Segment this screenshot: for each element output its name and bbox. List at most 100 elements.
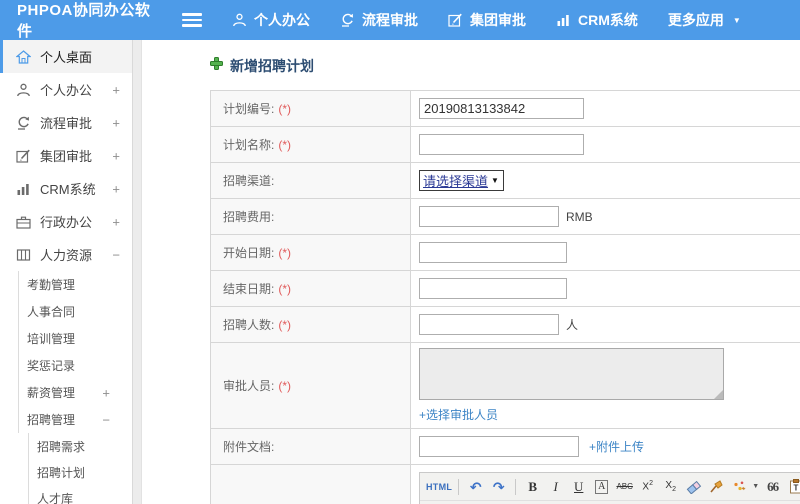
field-label-plan-name: 计划名称: (*) (210, 126, 411, 163)
field-label-fee: 招聘费用: (210, 198, 411, 235)
form-row-plan-name: 计划名称: (*) (210, 126, 800, 163)
nav-item-label: 集团审批 (470, 12, 526, 28)
sidebar-item-人力资源[interactable]: 人力资源 − (0, 238, 132, 271)
font-box-icon[interactable]: A (591, 476, 612, 497)
nav-item-1[interactable]: 个人办公 (232, 10, 310, 30)
sidebar-item-人事合同[interactable]: 人事合同 (0, 298, 132, 325)
required-marker: (*) (278, 246, 292, 260)
collapse-minus-icon[interactable]: − (102, 412, 110, 427)
chevron-down-icon: ▼ (491, 176, 499, 185)
sidebar-item-CRM系统[interactable]: CRM系统 + (0, 172, 132, 205)
chevron-down-icon: ▼ (732, 15, 741, 25)
form-row-channel: 招聘渠道: 请选择渠道 ▼ (210, 162, 800, 199)
approvers-textarea[interactable] (419, 348, 724, 400)
expand-plus-icon[interactable]: + (112, 82, 120, 97)
channel-select[interactable]: 请选择渠道 ▼ (419, 170, 504, 191)
field-value-end-date (410, 270, 800, 307)
toolbar-separator (458, 478, 460, 495)
sidebar-item-奖惩记录[interactable]: 奖惩记录 (0, 352, 132, 379)
required-marker: (*) (278, 102, 292, 116)
start-date-input[interactable] (419, 242, 567, 263)
format-brush-icon[interactable] (706, 476, 727, 497)
field-label-attachment: 附件文档: (210, 428, 411, 465)
strikethrough-icon[interactable]: ABC (614, 476, 635, 497)
form-row-headcount: 招聘人数: (*) 人 (210, 306, 800, 343)
sidebar-item-label: 个人办公 (40, 83, 93, 98)
sidebar-item-label: 流程审批 (40, 116, 93, 131)
redo-icon[interactable]: ↷ (488, 476, 509, 497)
sidebar-item-招聘需求[interactable]: 招聘需求 (0, 433, 132, 459)
sidebar-item-label: 招聘管理 (27, 413, 76, 427)
approvers-picker-link[interactable]: +选择审批人员 (419, 406, 498, 423)
blockquote-icon[interactable]: 66 (762, 476, 783, 497)
sidebar-item-招聘管理[interactable]: 招聘管理 − (0, 406, 132, 433)
paste-text-icon[interactable]: T (785, 476, 800, 497)
superscript-icon[interactable]: X2 (637, 476, 658, 497)
sidebar-item-招聘计划[interactable]: 招聘计划 (0, 459, 132, 485)
sidebar-item-个人办公[interactable]: 个人办公 + (0, 73, 132, 106)
app-header: PHPOA协同办公软件 个人办公 流程审批 集团审批 CRM系统 更多应用 ▼ (0, 0, 800, 40)
sidebar-item-个人桌面[interactable]: 个人桌面 (0, 40, 132, 73)
nav-item-4[interactable]: CRM系统 (556, 10, 638, 30)
sidebar-item-label: 人事合同 (27, 305, 76, 319)
field-suffix: RMB (566, 210, 593, 224)
expand-plus-icon[interactable]: + (102, 385, 110, 400)
field-label-channel: 招聘渠道: (210, 162, 411, 199)
end-date-input[interactable] (419, 278, 567, 299)
sidebar-item-行政办公[interactable]: 行政办公 + (0, 205, 132, 238)
sidebar-item-label: 人力资源 (40, 248, 93, 263)
sidebar-item-label: 个人桌面 (40, 50, 93, 65)
sidebar-item-培训管理[interactable]: 培训管理 (0, 325, 132, 352)
plan-number-input[interactable] (419, 98, 584, 119)
expand-plus-icon[interactable]: + (112, 148, 120, 163)
form-row-fee: 招聘费用: RMB (210, 198, 800, 235)
chart-icon (16, 182, 32, 196)
content-editor: HTML↶↷BIUAABCX2X2▼66TA▼ab▼自定义标题▼段落格式▼字体▼… (419, 472, 800, 504)
auto-typeset-icon[interactable] (729, 476, 750, 497)
attachment-input[interactable] (419, 436, 579, 457)
headcount-input[interactable] (419, 314, 559, 335)
sidebar-item-考勤管理[interactable]: 考勤管理 (0, 271, 132, 298)
nav-item-5[interactable]: 更多应用 ▼ (668, 10, 741, 30)
plus-icon (210, 57, 223, 75)
attachment-upload-link[interactable]: +附件上传 (589, 440, 644, 454)
chevron-down-icon[interactable]: ▼ (752, 483, 759, 490)
sidebar-item-薪资管理[interactable]: 薪资管理 + (0, 379, 132, 406)
flow-icon (16, 116, 32, 130)
fee-input[interactable] (419, 206, 559, 227)
bold-icon[interactable]: B (522, 476, 543, 497)
field-label-text: 招聘费用: (223, 210, 275, 224)
field-label-text: 计划编号: (223, 102, 275, 116)
page-title-text: 新增招聘计划 (230, 58, 314, 74)
svg-text:T: T (793, 484, 798, 493)
html-mode-button[interactable]: HTML (426, 476, 452, 497)
field-value-plan-number (410, 90, 800, 127)
form-row-content: HTML↶↷BIUAABCX2X2▼66TA▼ab▼自定义标题▼段落格式▼字体▼… (210, 464, 800, 504)
italic-icon[interactable]: I (545, 476, 566, 497)
underline-icon[interactable]: U (568, 476, 589, 497)
expand-plus-icon[interactable]: + (112, 115, 120, 130)
form-row-end-date: 结束日期: (*) (210, 270, 800, 307)
sidebar-item-流程审批[interactable]: 流程审批 + (0, 106, 132, 139)
form-row-plan-number: 计划编号: (*) (210, 90, 800, 127)
nav-item-3[interactable]: 集团审批 (448, 10, 526, 30)
expand-plus-icon[interactable]: + (112, 181, 120, 196)
main-panel: 新增招聘计划 计划编号:(*)计划名称:(*)招聘渠道:请选择渠道▼招聘费用:R… (141, 40, 800, 504)
field-label-text: 结束日期: (223, 282, 275, 296)
book-icon (16, 248, 32, 262)
sidebar-item-label: CRM系统 (40, 182, 96, 197)
eraser-icon[interactable] (683, 476, 704, 497)
undo-icon[interactable]: ↶ (465, 476, 486, 497)
plan-name-input[interactable] (419, 134, 584, 155)
sidebar-item-label: 奖惩记录 (27, 359, 76, 373)
nav-item-2[interactable]: 流程审批 (340, 10, 418, 30)
expand-plus-icon[interactable]: + (112, 214, 120, 229)
sidebar-item-人才库[interactable]: 人才库 (0, 485, 132, 504)
sidebar-item-集团审批[interactable]: 集团审批 + (0, 139, 132, 172)
menu-icon[interactable] (182, 13, 202, 27)
collapse-minus-icon[interactable]: − (112, 247, 120, 262)
sidebar-item-label: 薪资管理 (27, 386, 76, 400)
subscript-icon[interactable]: X2 (660, 476, 681, 497)
sidebar: 个人桌面 个人办公 + 流程审批 + 集团审批 + CRM系统 + 行政办公 + 人力资源 − 考勤管理人… (0, 40, 133, 504)
sidebar-item-label: 培训管理 (27, 332, 76, 346)
